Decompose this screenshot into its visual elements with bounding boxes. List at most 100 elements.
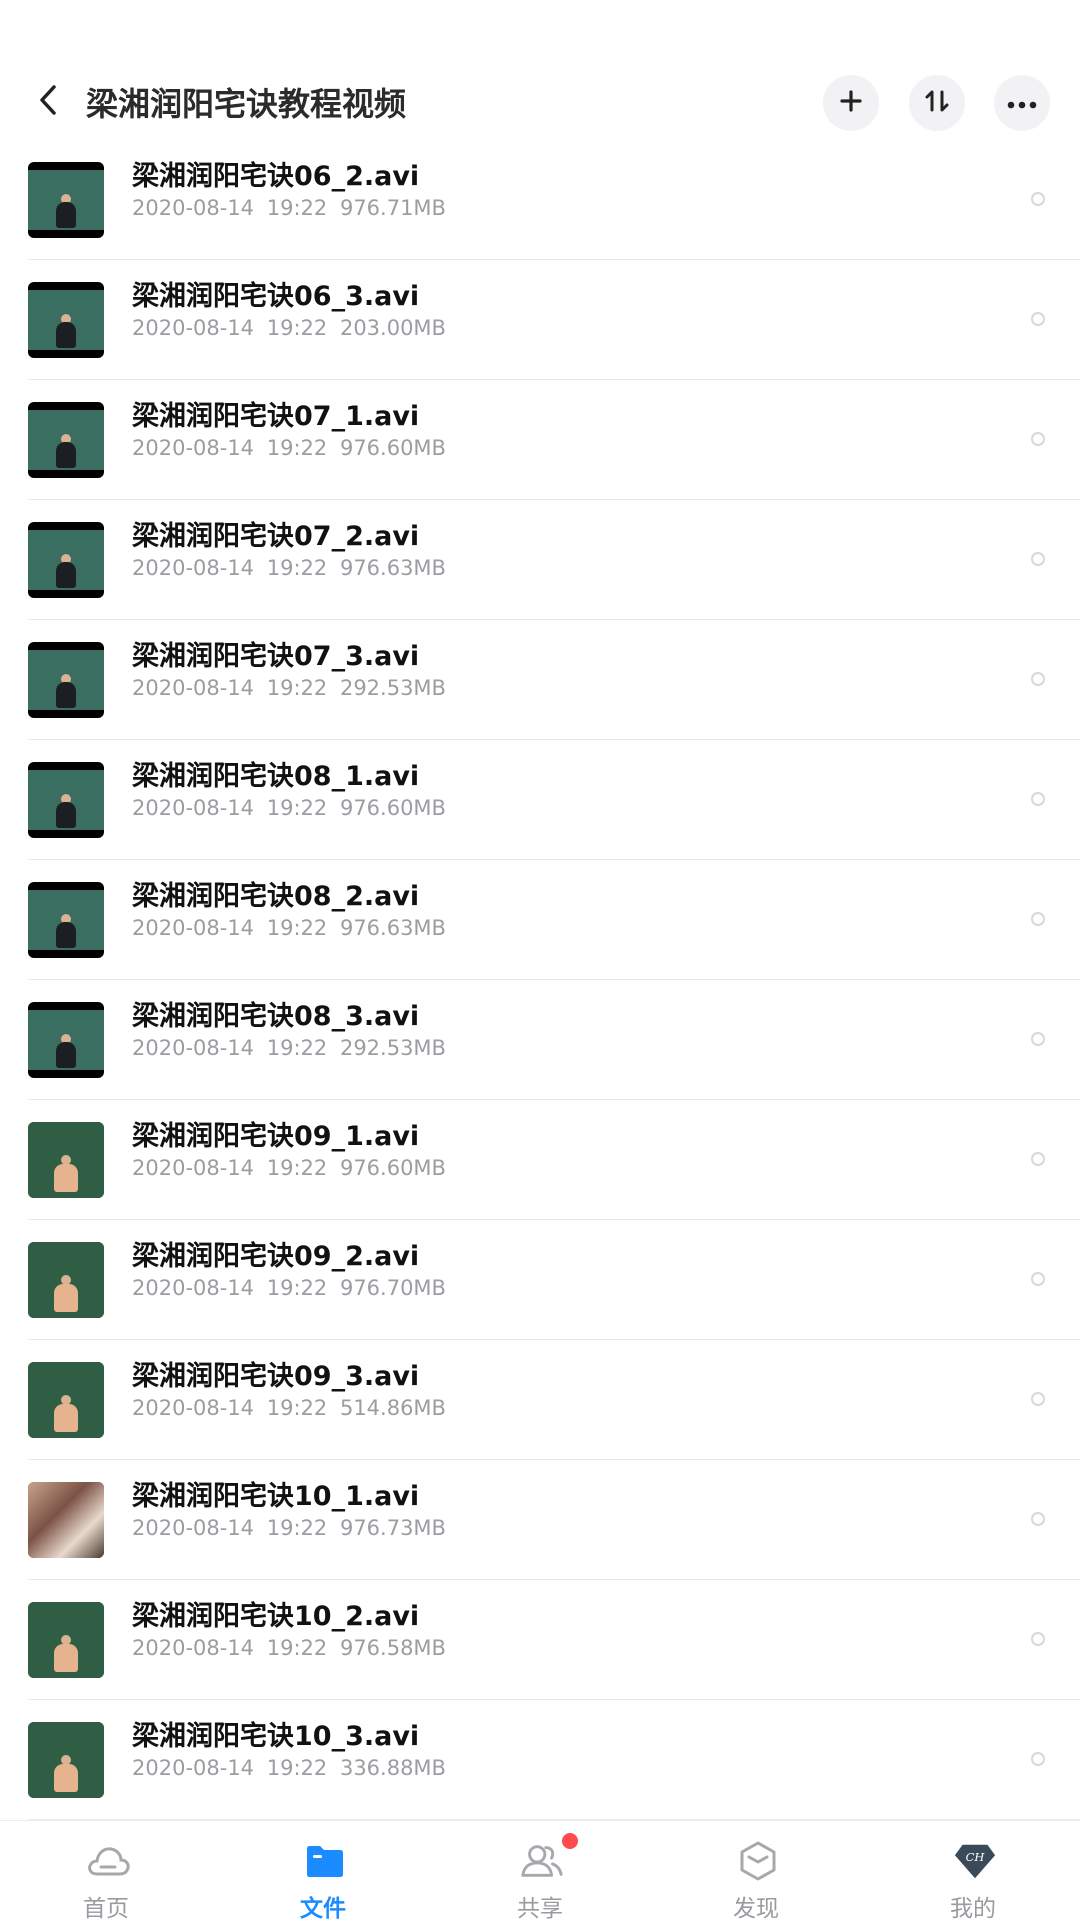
select-checkbox[interactable] <box>1031 672 1045 686</box>
file-row[interactable]: 梁湘润阳宅诀10_2.avi 2020-08-14 19:22 976.58MB <box>0 1580 1080 1700</box>
file-meta: 2020-08-14 19:22 976.63MB <box>132 556 446 580</box>
file-row[interactable]: 梁湘润阳宅诀09_2.avi 2020-08-14 19:22 976.70MB <box>0 1220 1080 1340</box>
file-row[interactable]: 梁湘润阳宅诀07_3.avi 2020-08-14 19:22 292.53MB <box>0 620 1080 740</box>
add-button[interactable] <box>823 75 879 131</box>
back-button[interactable] <box>28 82 68 122</box>
file-row[interactable]: 梁湘润阳宅诀08_1.avi 2020-08-14 19:22 976.60MB <box>0 740 1080 860</box>
file-size: 292.53MB <box>339 676 446 700</box>
sort-button[interactable] <box>909 75 965 131</box>
select-checkbox[interactable] <box>1031 432 1045 446</box>
tab-share-label: 共享 <box>517 1896 563 1920</box>
file-meta: 2020-08-14 19:22 976.63MB <box>132 916 446 940</box>
file-size: 976.60MB <box>339 796 446 820</box>
file-meta: 2020-08-14 19:22 976.60MB <box>132 796 446 820</box>
file-row[interactable]: 梁湘润阳宅诀06_2.avi 2020-08-14 19:22 976.71MB <box>0 160 1080 260</box>
tab-me[interactable]: CH 我的 <box>903 1821 1043 1920</box>
file-row[interactable]: 梁湘润阳宅诀09_1.avi 2020-08-14 19:22 976.60MB <box>0 1100 1080 1220</box>
select-checkbox[interactable] <box>1031 1752 1045 1766</box>
chevron-left-icon <box>37 84 59 120</box>
file-name: 梁湘润阳宅诀09_1.avi <box>132 1121 420 1152</box>
ch-avatar-icon: CH <box>953 1839 997 1883</box>
file-meta: 2020-08-14 19:22 976.60MB <box>132 436 446 460</box>
tab-discover[interactable]: 发现 <box>686 1821 826 1920</box>
tab-home[interactable]: 首页 <box>36 1821 176 1920</box>
file-time: 19:22 <box>266 1636 328 1660</box>
file-name: 梁湘润阳宅诀07_1.avi <box>132 401 420 432</box>
file-date: 2020-08-14 <box>132 1756 255 1780</box>
file-date: 2020-08-14 <box>132 1036 255 1060</box>
cloud-icon <box>86 1839 130 1883</box>
file-name: 梁湘润阳宅诀09_3.avi <box>132 1361 420 1392</box>
file-date: 2020-08-14 <box>132 436 255 460</box>
file-row[interactable]: 梁湘润阳宅诀09_3.avi 2020-08-14 19:22 514.86MB <box>0 1340 1080 1460</box>
video-thumbnail <box>28 282 104 358</box>
avatar-text: CH <box>966 1850 986 1864</box>
video-thumbnail <box>28 1482 104 1558</box>
select-checkbox[interactable] <box>1031 192 1045 206</box>
video-thumbnail <box>28 762 104 838</box>
file-time: 19:22 <box>266 1516 328 1540</box>
select-checkbox[interactable] <box>1031 792 1045 806</box>
file-row[interactable]: 梁湘润阳宅诀10_3.avi 2020-08-14 19:22 336.88MB <box>0 1700 1080 1820</box>
more-button[interactable] <box>994 75 1050 131</box>
file-row[interactable]: 梁湘润阳宅诀08_2.avi 2020-08-14 19:22 976.63MB <box>0 860 1080 980</box>
file-date: 2020-08-14 <box>132 556 255 580</box>
file-date: 2020-08-14 <box>132 1156 255 1180</box>
file-list: 梁湘润阳宅诀06_2.avi 2020-08-14 19:22 976.71MB 梁… <box>0 160 1080 1820</box>
file-size: 976.60MB <box>339 1156 446 1180</box>
select-checkbox[interactable] <box>1031 1632 1045 1646</box>
file-size: 976.63MB <box>339 916 446 940</box>
video-thumbnail <box>28 162 104 238</box>
file-name: 梁湘润阳宅诀06_2.avi <box>132 161 420 192</box>
file-name: 梁湘润阳宅诀07_2.avi <box>132 521 420 552</box>
file-time: 19:22 <box>266 556 328 580</box>
file-row[interactable]: 梁湘润阳宅诀10_1.avi 2020-08-14 19:22 976.73MB <box>0 1460 1080 1580</box>
file-date: 2020-08-14 <box>132 196 255 220</box>
file-row[interactable]: 梁湘润阳宅诀07_1.avi 2020-08-14 19:22 976.60MB <box>0 380 1080 500</box>
select-checkbox[interactable] <box>1031 552 1045 566</box>
video-thumbnail <box>28 402 104 478</box>
file-time: 19:22 <box>266 1396 328 1420</box>
file-date: 2020-08-14 <box>132 796 255 820</box>
file-date: 2020-08-14 <box>132 1396 255 1420</box>
file-date: 2020-08-14 <box>132 676 255 700</box>
select-checkbox[interactable] <box>1031 1392 1045 1406</box>
tab-discover-label: 发现 <box>733 1896 779 1920</box>
select-checkbox[interactable] <box>1031 1512 1045 1526</box>
video-thumbnail <box>28 1122 104 1198</box>
file-row[interactable]: 梁湘润阳宅诀08_3.avi 2020-08-14 19:22 292.53MB <box>0 980 1080 1100</box>
video-thumbnail <box>28 1002 104 1078</box>
file-time: 19:22 <box>266 796 328 820</box>
bottom-tab-bar: 首页 文件 共享 发现 CH 我的 <box>0 1820 1080 1920</box>
hexagon-icon <box>736 1839 780 1883</box>
file-date: 2020-08-14 <box>132 1276 255 1300</box>
file-date: 2020-08-14 <box>132 916 255 940</box>
tab-files[interactable]: 文件 <box>253 1821 393 1920</box>
file-size: 976.58MB <box>339 1636 446 1660</box>
tab-home-label: 首页 <box>83 1896 129 1920</box>
video-thumbnail <box>28 1362 104 1438</box>
select-checkbox[interactable] <box>1031 1272 1045 1286</box>
file-row[interactable]: 梁湘润阳宅诀07_2.avi 2020-08-14 19:22 976.63MB <box>0 500 1080 620</box>
file-row[interactable]: 梁湘润阳宅诀06_3.avi 2020-08-14 19:22 203.00MB <box>0 260 1080 380</box>
file-time: 19:22 <box>266 436 328 460</box>
tab-share[interactable]: 共享 <box>470 1821 610 1920</box>
select-checkbox[interactable] <box>1031 912 1045 926</box>
folder-icon <box>303 1839 347 1883</box>
select-checkbox[interactable] <box>1031 1032 1045 1046</box>
file-meta: 2020-08-14 19:22 976.73MB <box>132 1516 446 1540</box>
video-thumbnail <box>28 642 104 718</box>
file-meta: 2020-08-14 19:22 976.71MB <box>132 196 446 220</box>
file-meta: 2020-08-14 19:22 976.70MB <box>132 1276 446 1300</box>
more-dots-icon <box>1007 94 1037 113</box>
select-checkbox[interactable] <box>1031 312 1045 326</box>
tab-me-label: 我的 <box>950 1896 996 1920</box>
file-date: 2020-08-14 <box>132 1516 255 1540</box>
file-meta: 2020-08-14 19:22 203.00MB <box>132 316 446 340</box>
file-meta: 2020-08-14 19:22 514.86MB <box>132 1396 446 1420</box>
file-size: 976.63MB <box>339 556 446 580</box>
notification-badge <box>562 1833 578 1849</box>
video-thumbnail <box>28 1722 104 1798</box>
select-checkbox[interactable] <box>1031 1152 1045 1166</box>
file-size: 976.73MB <box>339 1516 446 1540</box>
